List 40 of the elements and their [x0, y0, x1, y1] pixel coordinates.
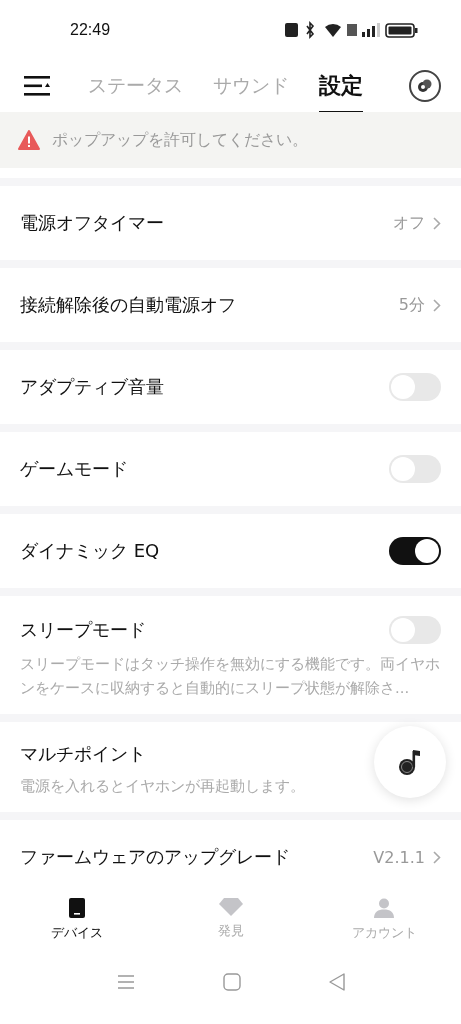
chevron-icon [433, 298, 441, 312]
setting-label: 電源オフタイマー [20, 211, 164, 235]
status-time: 22:49 [70, 21, 111, 39]
settings-row[interactable]: マルチポイント 電源を入れるとイヤホンが再起動します。 [0, 722, 461, 812]
toggle-switch[interactable] [389, 537, 441, 565]
setting-label: マルチポイント [20, 742, 146, 766]
setting-label: ファームウェアのアップグレード [20, 845, 290, 869]
chevron-icon [433, 850, 441, 864]
device-icon [68, 898, 85, 918]
setting-label: 接続解除後の自動電源オフ [20, 293, 236, 317]
settings-row[interactable]: アダプティブ音量 [0, 350, 461, 424]
battery-icon [385, 23, 418, 38]
chevron-icon [433, 216, 441, 230]
earbuds-icon [417, 79, 433, 93]
menu-button[interactable] [24, 75, 52, 97]
setting-label: ダイナミック EQ [20, 539, 160, 563]
warning-icon [18, 130, 40, 150]
settings-row[interactable]: ゲームモード [0, 432, 461, 506]
setting-label: スリープモード [20, 618, 146, 642]
music-note-icon [398, 748, 422, 776]
back-icon[interactable] [328, 973, 345, 991]
home-icon[interactable] [222, 973, 241, 991]
bluetooth-icon [306, 21, 315, 39]
settings-row[interactable]: 接続解除後の自動電源オフ 5分 [0, 268, 461, 342]
setting-label: アダプティブ音量 [20, 375, 164, 399]
alert-text: ポップアップを許可してください。 [52, 129, 308, 151]
settings-row[interactable]: スリープモード スリープモードはタッチ操作を無効にする機能です。両イヤホンをケースに収納すると自動的にスリープ状態が解除さ... [0, 596, 461, 714]
settings-row[interactable]: ダイナミック EQ [0, 514, 461, 588]
menu-icon[interactable] [116, 974, 135, 990]
setting-description: スリープモードはタッチ操作を無効にする機能です。両イヤホンをケースに収納すると自動的にスリープ状態が解除さ... [20, 654, 441, 698]
settings-row[interactable]: ファームウェアのアップグレード V2.1.1 [0, 820, 461, 880]
settings-row[interactable]: 電源オフタイマー オフ [0, 186, 461, 260]
nav-item[interactable]: デバイス [0, 880, 154, 950]
setting-description: 電源を入れるとイヤホンが再起動します。 [20, 776, 306, 796]
setting-label: ゲームモード [20, 457, 128, 481]
earbud-button[interactable] [409, 70, 441, 102]
diamond-icon [218, 898, 243, 916]
signal-icon [362, 23, 380, 37]
wifi-icon [325, 23, 341, 37]
person-icon [374, 898, 395, 918]
